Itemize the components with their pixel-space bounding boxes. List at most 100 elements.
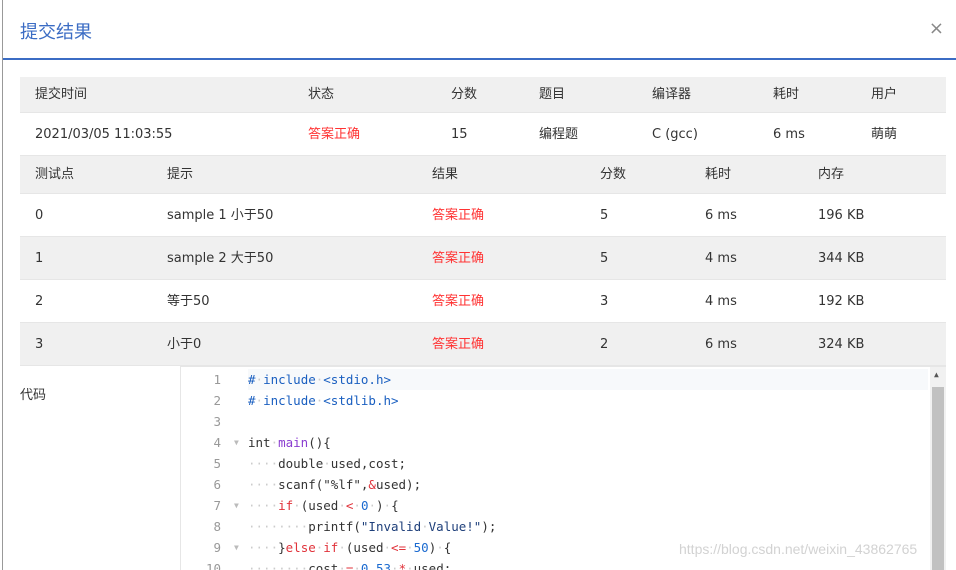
watermark: https://blog.csdn.net/weixin_43862765 — [679, 541, 918, 557]
table-cell: 答案正确 — [432, 208, 485, 223]
code-token: "Invalid — [360, 519, 422, 534]
column-header: 1 — [35, 251, 44, 266]
column-header: 答案正确 — [432, 251, 485, 266]
code-token: if — [323, 540, 339, 555]
fold-arrow-icon[interactable]: ▼ — [234, 495, 239, 516]
code-token: · — [255, 372, 264, 387]
code-text: ········printf("Invalid·Value!"); — [248, 516, 496, 537]
table-cell: 萌萌 — [871, 127, 898, 142]
column-header: 用户 — [871, 87, 898, 102]
code-token: ···· — [248, 498, 279, 513]
code-token: ···· — [248, 477, 279, 492]
line-number: 4 — [213, 435, 221, 450]
scrollbar[interactable]: ▲ — [930, 367, 946, 570]
table-cell: 15 — [451, 127, 468, 142]
code-token: else — [285, 540, 316, 555]
code-token: <stdlib.h> — [323, 393, 399, 408]
test-row: 2 等于50 答案正确 3 4 ms 192 KB — [20, 280, 946, 323]
dialog-title: 提交结果 — [20, 22, 92, 43]
code-token: · — [368, 498, 376, 513]
code-token: (used — [345, 540, 384, 555]
code-text: ········cost·=·0.53·*·used; — [248, 558, 451, 570]
table-cell: 2 — [35, 294, 44, 309]
summary-header-row: 提交时间 状态 分数 题目 编译器 耗时 用户 — [20, 77, 946, 113]
scroll-up-icon[interactable]: ▲ — [934, 370, 939, 379]
scrollbar-thumb[interactable] — [932, 387, 944, 570]
table-cell: 编程题 — [539, 127, 579, 142]
line-number: 9 — [213, 540, 221, 555]
table-cell: 2021/03/05 11:03:55 — [35, 127, 173, 142]
title-divider — [3, 58, 956, 60]
code-token: · — [338, 561, 346, 570]
code-token: 50 — [413, 540, 429, 555]
column-header: 分数 — [600, 167, 627, 182]
code-token: ········ — [248, 561, 309, 570]
column-header: 5 — [600, 251, 609, 266]
code-token: Value!" — [428, 519, 482, 534]
code-token: # — [248, 393, 256, 408]
code-text: #·include·<stdio.h> — [248, 369, 928, 390]
table-cell: C (gcc) — [652, 127, 698, 142]
code-token: · — [293, 498, 301, 513]
code-token: used); — [375, 477, 422, 492]
column-header: 题目 — [539, 87, 566, 102]
code-token: # — [248, 372, 256, 387]
code-text: ····scanf("%lf",&used); — [248, 474, 421, 495]
code-token: double — [278, 456, 324, 471]
table-cell: 5 — [600, 208, 609, 223]
code-token: { — [443, 540, 452, 555]
code-token: * — [398, 561, 407, 570]
column-header: 324 KB — [818, 337, 865, 352]
column-header: 测试点 — [35, 167, 75, 182]
code-token: include — [263, 393, 316, 408]
code-token: · — [270, 435, 279, 450]
code-token: · — [353, 561, 361, 570]
column-header: 耗时 — [705, 167, 732, 182]
code-token: if — [278, 498, 294, 513]
table-cell: 192 KB — [818, 294, 865, 309]
code-token: <stdio.h> — [323, 372, 392, 387]
code-line: 10 ········cost·=·0.53·*·used; — [181, 558, 931, 570]
code-token: & — [368, 477, 376, 492]
code-token: · — [383, 540, 392, 555]
column-header: 4 ms — [705, 251, 737, 266]
code-token: <= — [391, 540, 407, 555]
table-cell: 6 ms — [773, 127, 805, 142]
code-token: · — [406, 540, 414, 555]
code-editor[interactable]: 10 ········cost·=·0.53·*·used; 9 ▼ ····}else… — [180, 366, 946, 570]
code-label: 代码 — [20, 388, 47, 403]
code-token: main — [278, 435, 309, 450]
code-token: ); — [481, 519, 497, 534]
fold-arrow-icon[interactable]: ▼ — [234, 537, 239, 558]
code-line: 4 ▼ int·main(){ — [181, 432, 931, 453]
table-cell: 等于50 — [167, 294, 210, 309]
table-cell: 196 KB — [818, 208, 865, 223]
code-line: 1 #·include·<stdio.h> — [181, 369, 931, 390]
line-number: 2 — [213, 393, 221, 408]
close-icon[interactable]: × — [929, 18, 944, 39]
code-token: ···· — [248, 456, 279, 471]
fold-arrow-icon[interactable]: ▼ — [234, 432, 239, 453]
code-token: ········ — [248, 519, 309, 534]
code-text: int·main(){ — [248, 432, 331, 453]
column-header: 分数 — [451, 87, 478, 102]
code-token: · — [421, 519, 429, 534]
table-cell: 4 ms — [705, 294, 737, 309]
table-cell: sample 1 小于50 — [167, 208, 274, 223]
column-header: 3 — [35, 337, 44, 352]
column-header: 状态 — [308, 87, 335, 102]
test-row: 3 小于0 答案正确 2 6 ms 324 KB — [20, 323, 946, 366]
column-header: 耗时 — [773, 87, 800, 102]
submission-result-dialog: 提交结果 × 提交时间 状态 分数 题目 编译器 耗时 用户 2021/03/05 11:03… — [2, 0, 956, 570]
line-number: 7 — [213, 498, 221, 513]
code-token: · — [255, 393, 264, 408]
column-header: 344 KB — [818, 251, 865, 266]
tests-header-row: 测试点 提示 结果 分数 耗时 内存 — [20, 156, 946, 194]
code-token: 0.53 — [360, 561, 392, 570]
code-token: · — [338, 498, 346, 513]
column-header: 6 ms — [705, 337, 737, 352]
test-row: 0 sample 1 小于50 答案正确 5 6 ms 196 KB — [20, 194, 946, 237]
line-number: 3 — [213, 414, 221, 429]
code-token: printf( — [308, 519, 361, 534]
code-token: ) — [376, 498, 384, 513]
